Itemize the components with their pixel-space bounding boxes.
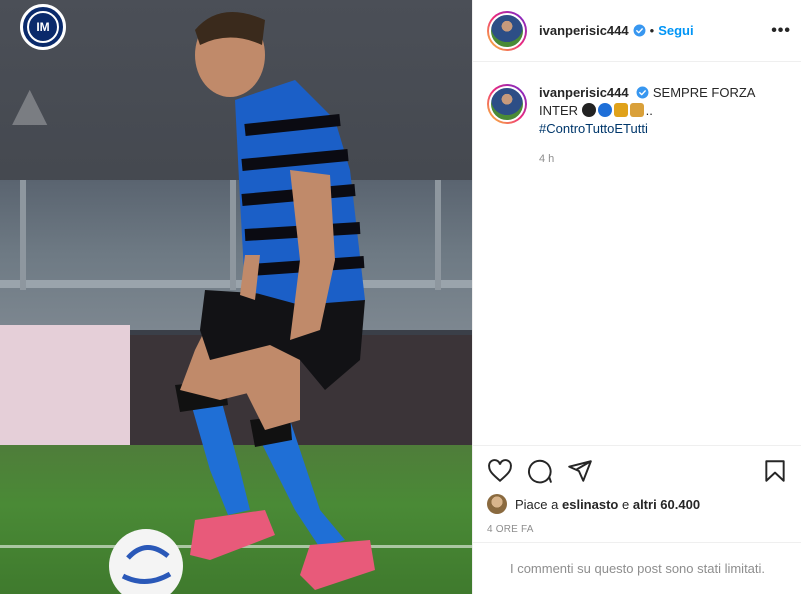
likes-middle: e [621,496,630,512]
player-figure [175,12,375,590]
photo-board [0,325,130,445]
comment-icon[interactable] [527,458,553,484]
verified-icon [636,86,649,99]
caption-body: ivanperisic444 SEMPRE FORZA INTER .. #Co… [539,84,779,168]
caption-username[interactable]: ivanperisic444 [539,85,629,100]
verified-icon [633,24,646,37]
photo-post [435,180,441,290]
medal-emoji [629,103,644,117]
inter-logo: IM [20,4,66,50]
liker-avatar[interactable] [487,494,507,514]
separator-dot: • [649,23,655,38]
action-icons [487,458,788,484]
heart-icon[interactable] [487,458,513,484]
trophy-emoji [613,103,628,117]
likes-prefix: Piace a [515,496,559,512]
author-avatar[interactable] [487,10,527,51]
post-actions: Piace a eslinasto e altri 60.400 4 ORE F… [473,445,801,535]
caption-time: 4 h [539,153,555,165]
inter-logo-text: IM [27,11,59,43]
caption-avatar[interactable] [487,84,527,124]
follow-button[interactable]: Segui [658,23,693,38]
football [109,529,183,594]
photo-watermark-shape: ▲ [0,71,60,138]
author-username[interactable]: ivanperisic444 [539,23,629,38]
black-circle-emoji [581,103,596,117]
share-icon[interactable] [567,458,593,484]
bookmark-icon[interactable] [762,458,788,484]
post-header: ivanperisic444 • Segui ••• [473,0,801,62]
more-options-icon[interactable]: ••• [771,22,791,40]
post-sidebar: ivanperisic444 • Segui ••• ivanperisic44… [472,0,801,594]
blue-circle-emoji [597,103,612,117]
caption: ivanperisic444 SEMPRE FORZA INTER .. #Co… [473,62,801,168]
hashtag-link[interactable]: #ControTuttoETutti [539,120,648,138]
comments-limited-notice: I commenti su questo post sono stati lim… [473,542,801,594]
liker-username[interactable]: eslinasto [562,497,618,512]
post-photo[interactable]: ▲ IM [0,0,472,594]
photo-post [20,180,26,290]
post-timestamp[interactable]: 4 ORE FA [487,524,788,535]
likes-summary: Piace a eslinasto e altri 60.400 [487,494,788,514]
caption-tail: .. [645,103,653,118]
likes-count[interactable]: altri 60.400 [633,497,700,512]
